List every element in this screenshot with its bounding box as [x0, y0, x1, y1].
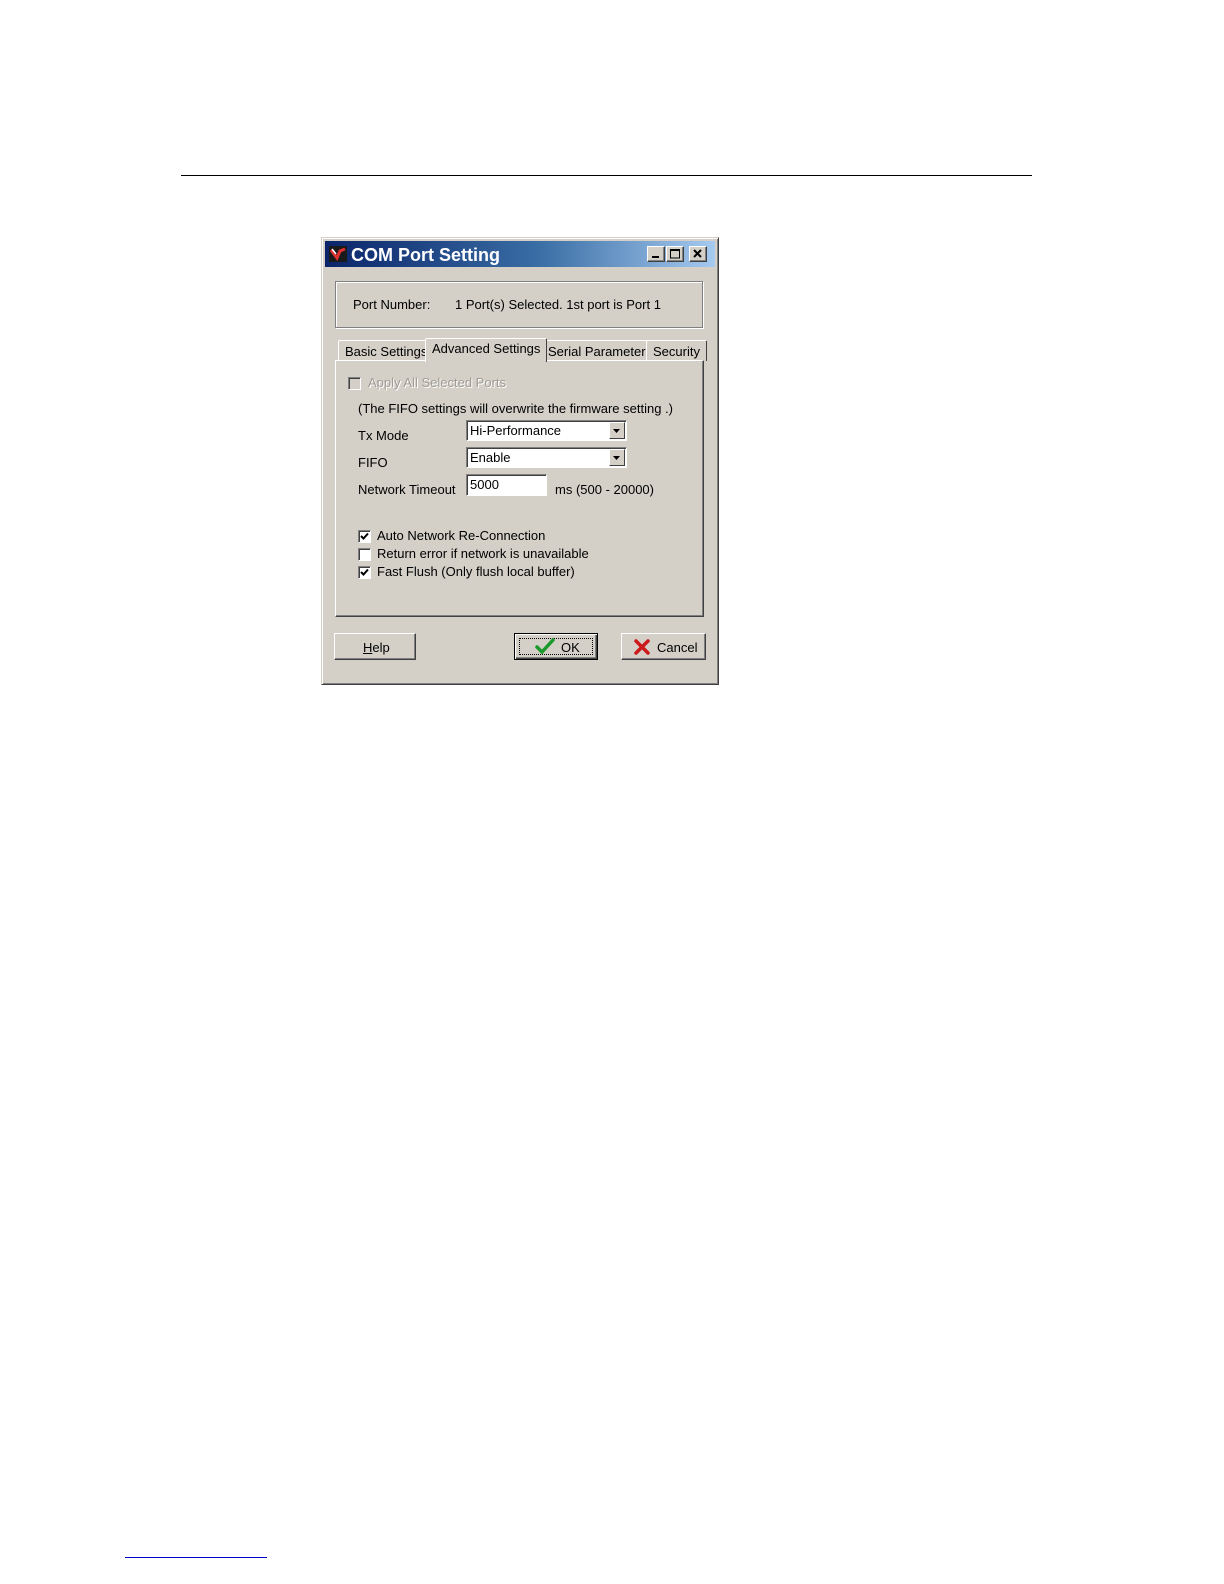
close-icon	[693, 249, 702, 258]
fifo-dropdown-button[interactable]	[609, 449, 625, 466]
help-button[interactable]: Help	[334, 633, 416, 660]
apply-all-label: Apply All Selected Ports	[368, 375, 507, 390]
ok-button-label: OK	[561, 640, 580, 655]
minimize-icon	[652, 256, 659, 258]
app-icon	[329, 246, 347, 262]
auto-reconnect-checkbox[interactable]	[358, 530, 371, 543]
return-error-label: Return error if network is unavailable	[377, 546, 589, 561]
return-error-checkbox[interactable]	[358, 548, 371, 561]
tx-mode-dropdown-button[interactable]	[609, 422, 625, 439]
checkmark-icon	[535, 638, 555, 655]
advanced-settings-panel: Apply All Selected Ports (The FIFO setti…	[335, 360, 704, 617]
tab-serial-parameters[interactable]: Serial Parameters	[541, 340, 660, 361]
checkmark-icon	[360, 532, 369, 540]
tab-security[interactable]: Security	[646, 340, 707, 361]
tab-basic-settings[interactable]: Basic Settings	[338, 340, 435, 361]
fifo-label: FIFO	[358, 455, 388, 470]
cancel-button[interactable]: Cancel	[621, 633, 706, 660]
tx-mode-label: Tx Mode	[358, 428, 409, 443]
auto-reconnect-label: Auto Network Re-Connection	[377, 528, 546, 543]
minimize-button[interactable]	[647, 246, 665, 262]
window-title: COM Port Setting	[351, 245, 500, 265]
x-mark-icon	[634, 639, 650, 655]
port-number-value: 1 Port(s) Selected. 1st port is Port 1	[455, 297, 661, 312]
title-bar[interactable]: COM Port Setting	[325, 241, 715, 267]
fifo-select[interactable]: Enable	[466, 447, 627, 468]
com-port-setting-window: COM Port Setting Port Number: 1 Port(s) …	[321, 237, 719, 685]
tab-advanced-settings[interactable]: Advanced Settings	[425, 338, 548, 362]
maximize-button[interactable]	[666, 246, 684, 262]
network-timeout-unit: ms (500 - 20000)	[555, 482, 654, 497]
page-header-rule	[181, 175, 1032, 176]
fast-flush-checkbox[interactable]	[358, 566, 371, 579]
fifo-note: (The FIFO settings will overwrite the fi…	[358, 401, 673, 416]
focus-rectangle	[519, 638, 593, 655]
network-timeout-input[interactable]: 5000	[466, 474, 547, 496]
port-number-group: Port Number: 1 Port(s) Selected. 1st por…	[335, 281, 703, 328]
fast-flush-label: Fast Flush (Only flush local buffer)	[377, 564, 575, 579]
chevron-down-icon	[613, 456, 620, 460]
port-number-label: Port Number:	[353, 297, 431, 312]
network-timeout-label: Network Timeout	[358, 482, 456, 497]
chevron-down-icon	[613, 429, 620, 433]
tx-mode-select[interactable]: Hi-Performance	[466, 420, 627, 441]
maximize-icon	[670, 249, 680, 259]
ok-button[interactable]: OK	[514, 633, 598, 660]
cancel-button-label: Cancel	[657, 640, 698, 655]
tx-mode-value: Hi-Performance	[470, 423, 562, 438]
checkmark-icon	[360, 568, 369, 576]
fifo-value: Enable	[470, 450, 511, 465]
apply-all-checkbox[interactable]	[348, 377, 361, 390]
help-button-label: Help	[363, 640, 390, 655]
close-button[interactable]	[689, 246, 707, 262]
footnote-rule	[125, 1557, 267, 1558]
